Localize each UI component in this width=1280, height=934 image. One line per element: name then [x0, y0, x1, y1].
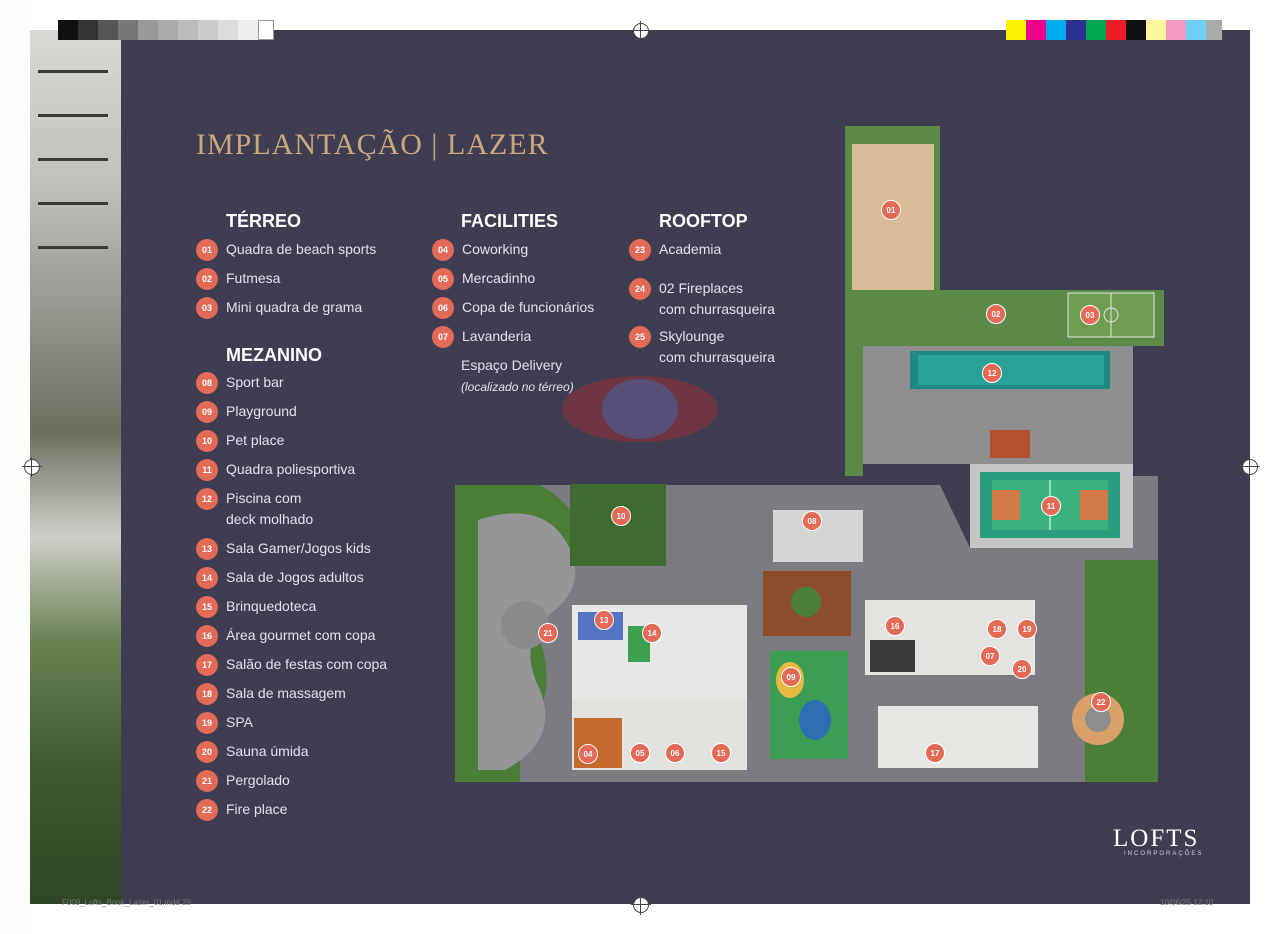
- plan-marker: 12: [982, 363, 1002, 383]
- plan-marker: 13: [594, 610, 614, 630]
- plan-marker: 18: [987, 619, 1007, 639]
- beach-court: [852, 144, 934, 298]
- plan-marker: 04: [578, 744, 598, 764]
- party-hall: [878, 706, 1038, 768]
- print-slug-right: 10/06/25 12:10: [1160, 898, 1214, 907]
- plan-marker: 06: [665, 743, 685, 763]
- plan-marker: 17: [925, 743, 945, 763]
- plan-marker: 16: [885, 616, 905, 636]
- brand-logo-sub: INCORPORAÇÕES: [1124, 851, 1204, 857]
- site-plan: [455, 126, 1164, 782]
- plan-marker: 21: [538, 623, 558, 643]
- plan-marker: 09: [781, 667, 801, 687]
- plan-marker: 02: [986, 304, 1006, 324]
- print-slug-left: F009_Lofts_Book_Lazer_01.indd 29: [62, 898, 191, 907]
- plan-marker: 03: [1080, 305, 1100, 325]
- plan-marker: 22: [1091, 692, 1111, 712]
- plan-marker: 19: [1017, 619, 1037, 639]
- plan-marker: 20: [1012, 659, 1032, 679]
- plan-marker: 14: [642, 623, 662, 643]
- plan-marker: 10: [611, 506, 631, 526]
- plan-marker: 07: [980, 646, 1000, 666]
- plan-marker: 05: [630, 743, 650, 763]
- plan-marker: 11: [1041, 496, 1061, 516]
- plan-marker: 15: [711, 743, 731, 763]
- brand-logo: LOFTS: [1113, 825, 1200, 852]
- plan-marker: 01: [881, 200, 901, 220]
- plan-marker: 08: [802, 511, 822, 531]
